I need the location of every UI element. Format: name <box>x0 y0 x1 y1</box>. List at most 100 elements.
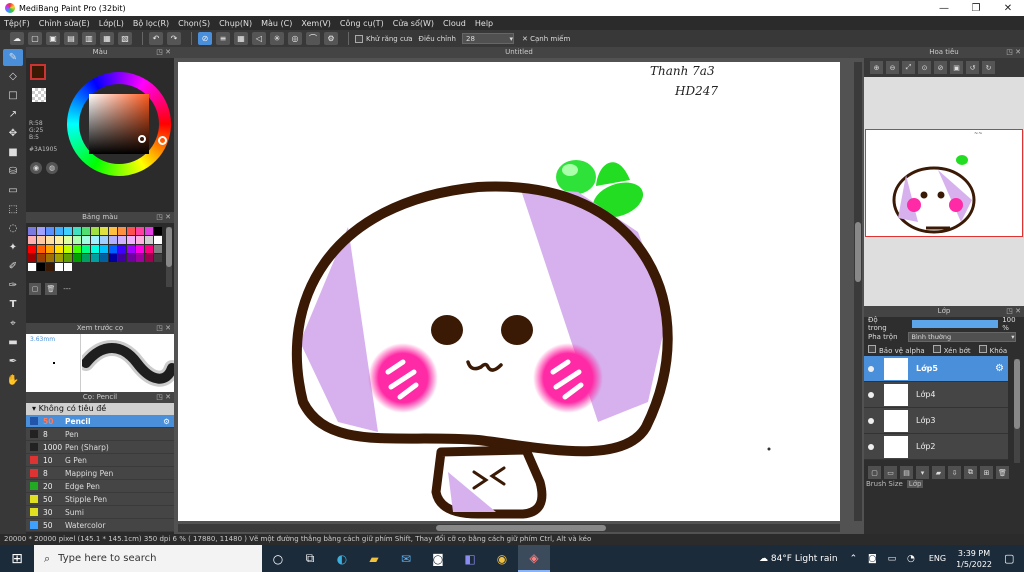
menu-edit[interactable]: Chỉnh sửa(E) <box>39 19 90 28</box>
palette-swatch[interactable] <box>100 245 108 253</box>
palette-swatch[interactable] <box>64 236 72 244</box>
actual-size-icon[interactable]: ⊙ <box>918 61 931 74</box>
visibility-eye-icon[interactable] <box>868 391 874 398</box>
gradient-tool-icon[interactable]: ▭ <box>3 182 23 199</box>
palette-swatch[interactable] <box>73 245 81 253</box>
menu-help[interactable]: Help <box>475 19 493 28</box>
palette-swatch[interactable] <box>64 263 72 271</box>
palette-swatch[interactable] <box>100 254 108 262</box>
palette-swatch[interactable] <box>55 245 63 253</box>
palette-swatch[interactable] <box>145 245 153 253</box>
rotate-left-icon[interactable]: ↺ <box>966 61 979 74</box>
brush-item[interactable]: 1000 Pen (Sharp) <box>26 441 174 454</box>
palette-swatch[interactable] <box>127 254 135 262</box>
palette-swatch[interactable] <box>91 236 99 244</box>
panel-controls-icon[interactable]: ◳ ✕ <box>1006 47 1021 58</box>
snap-settings-icon[interactable]: ⚙ <box>324 32 338 45</box>
rotate-right-icon[interactable]: ↻ <box>982 61 995 74</box>
select-tool-icon[interactable]: ⬚ <box>3 201 23 218</box>
palette-swatch[interactable] <box>64 254 72 262</box>
layer-item[interactable]: Lớp5 ⚙ <box>864 356 1008 382</box>
palette-swatch[interactable] <box>127 245 135 253</box>
palette-swatch[interactable] <box>28 236 36 244</box>
palette-swatch[interactable] <box>145 236 153 244</box>
mail-icon[interactable]: ✉ <box>390 545 422 572</box>
merge-down-icon[interactable]: ⇩ <box>948 466 961 479</box>
menu-snap[interactable]: Chụp(N) <box>219 19 252 28</box>
open-icon[interactable]: ▣ <box>46 32 60 45</box>
palette-scrollbar[interactable] <box>166 227 172 287</box>
palette-swatch[interactable] <box>46 254 54 262</box>
palette-swatch[interactable] <box>46 245 54 253</box>
brush-group-header[interactable]: ▾ Không có tiêu đề <box>26 403 174 415</box>
canvas-vertical-scrollbar[interactable] <box>854 62 862 521</box>
blend-mode-select[interactable]: Bình thường ▾ <box>907 331 1016 342</box>
brush-item[interactable]: 50 Pencil ⚙ <box>26 415 174 428</box>
palette-swatch[interactable] <box>154 245 162 253</box>
drawing-canvas[interactable]: Thanh 7a3 HD247 <box>178 62 840 521</box>
palette-swatch[interactable] <box>28 254 36 262</box>
palette-swatch[interactable] <box>28 245 36 253</box>
antialias-checkbox[interactable]: Khử răng cưa <box>355 34 413 43</box>
taskbar-search[interactable]: ⌕ Type here to search <box>34 545 262 572</box>
palette-swatch[interactable] <box>55 236 63 244</box>
palette-swatch[interactable] <box>37 227 45 235</box>
palette-swatch[interactable] <box>64 227 72 235</box>
menu-select[interactable]: Chọn(S) <box>178 19 210 28</box>
palette-swatch[interactable] <box>37 254 45 262</box>
snap-radial-icon[interactable]: ✳ <box>270 32 284 45</box>
layer-scrollbar[interactable] <box>1014 359 1020 463</box>
palette-swatch[interactable] <box>73 236 81 244</box>
brush-item[interactable]: 8 Mapping Pen <box>26 467 174 480</box>
palette-swatch[interactable] <box>109 245 117 253</box>
camera-icon[interactable]: ◙ <box>422 545 454 572</box>
layer-properties-icon[interactable]: ⊞ <box>980 466 993 479</box>
add-color-icon[interactable]: ▢ <box>29 283 41 295</box>
palette-swatch[interactable] <box>109 254 117 262</box>
palette-swatch[interactable] <box>55 227 63 235</box>
clock[interactable]: 3:39 PM 1/5/2022 <box>956 548 992 570</box>
hand-tool-icon[interactable]: ✋ <box>3 372 23 389</box>
palette-swatch[interactable] <box>118 227 126 235</box>
text-tool-icon[interactable]: T <box>3 296 23 313</box>
new-layer-icon[interactable]: ▢ <box>868 466 881 479</box>
palette-swatch[interactable] <box>82 245 90 253</box>
palette-swatch[interactable] <box>145 254 153 262</box>
eyedropper-tool-icon[interactable]: ✒ <box>3 353 23 370</box>
eraser-tool-icon[interactable]: ◇ <box>3 68 23 85</box>
brush-item[interactable]: 10 G Pen <box>26 454 174 467</box>
visibility-eye-icon[interactable] <box>868 443 874 450</box>
palette-swatch[interactable] <box>46 263 54 271</box>
menu-cloud[interactable]: Cloud <box>443 19 466 28</box>
new-halftone-layer-icon[interactable]: ▤ <box>900 466 913 479</box>
move-tool-icon[interactable]: ✥ <box>3 125 23 142</box>
snap-edge-checkbox[interactable]: ✕ Cạnh miếm <box>522 35 570 43</box>
palette-swatch[interactable] <box>64 245 72 253</box>
palette-swatch[interactable] <box>127 227 135 235</box>
dot-tool-icon[interactable]: □ <box>3 87 23 104</box>
color-slider-mode-icon[interactable]: ◍ <box>46 162 58 174</box>
protect-alpha-checkbox[interactable]: Bảo vệ alpha <box>868 344 925 355</box>
foreground-color-swatch[interactable] <box>30 64 46 80</box>
zoom-in-icon[interactable]: ⊕ <box>870 61 883 74</box>
redo-icon[interactable]: ↷ <box>167 32 181 45</box>
layer-menu-icon[interactable]: ▾ <box>916 466 929 479</box>
color-wheel[interactable] <box>67 72 171 176</box>
palette-swatch[interactable] <box>37 245 45 253</box>
palette-swatch[interactable] <box>100 227 108 235</box>
palette-swatch[interactable] <box>118 254 126 262</box>
palette-swatch[interactable] <box>82 227 90 235</box>
duplicate-layer-icon[interactable]: ⧉ <box>964 466 977 479</box>
snap-curve-icon[interactable]: ⌒ <box>306 32 320 45</box>
folder-icon[interactable]: ▰ <box>932 466 945 479</box>
palette-swatch[interactable] <box>28 227 36 235</box>
palette-swatch[interactable] <box>82 254 90 262</box>
tab-layer[interactable]: Lớp <box>906 480 924 488</box>
palette-swatch[interactable] <box>136 227 144 235</box>
panel-controls-icon[interactable]: ◳ ✕ <box>156 323 171 334</box>
menu-view[interactable]: Xem(V) <box>301 19 331 28</box>
menu-layer[interactable]: Lớp(L) <box>99 19 124 28</box>
opacity-slider[interactable] <box>911 319 999 328</box>
visibility-eye-icon[interactable] <box>868 417 874 424</box>
layer-item[interactable]: Lớp2 <box>864 434 1008 460</box>
